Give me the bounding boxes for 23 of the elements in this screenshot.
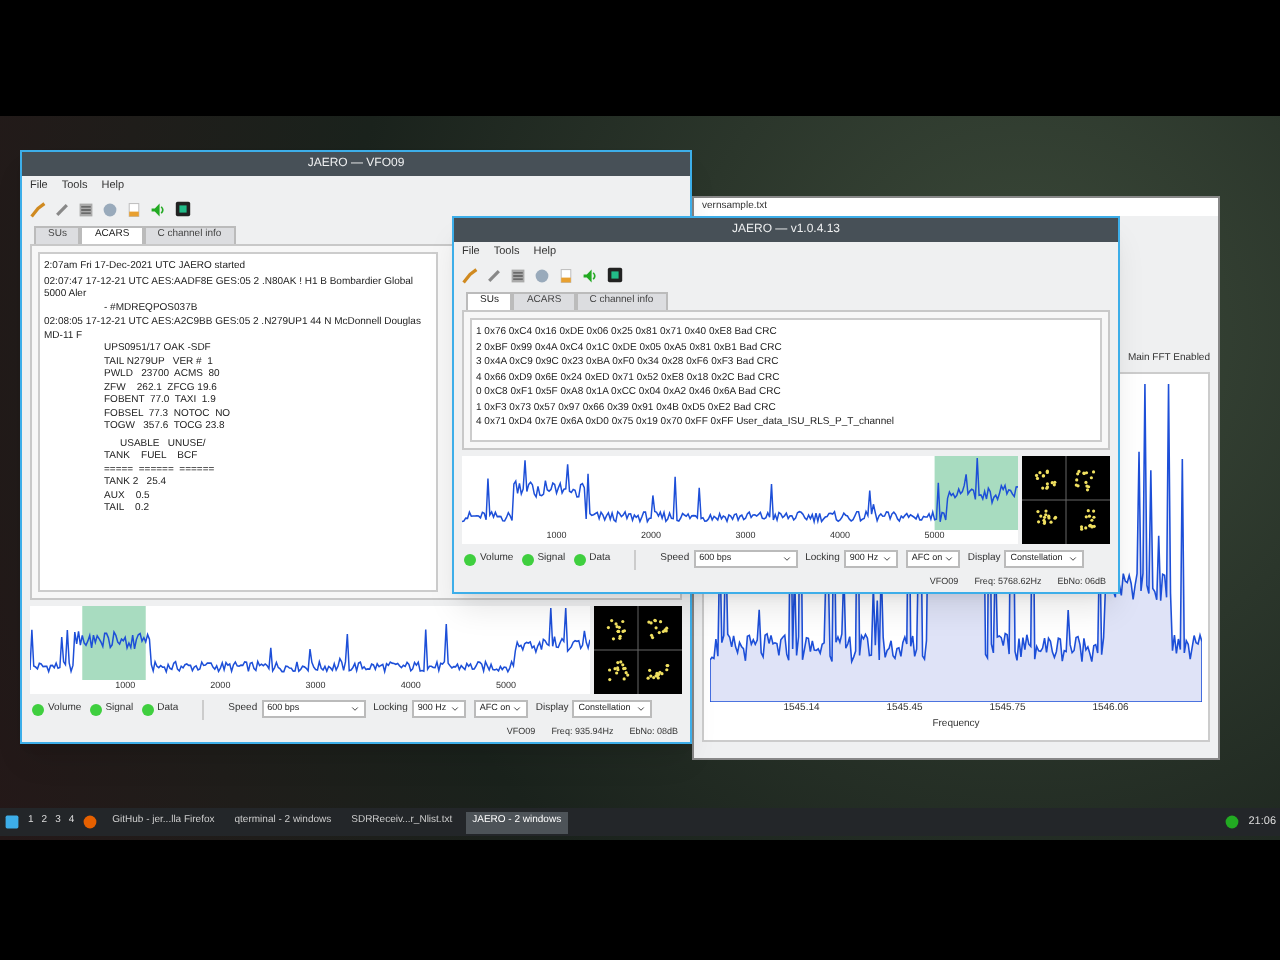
tray-icon[interactable] [1224, 814, 1241, 830]
speaker-icon[interactable] [150, 201, 166, 217]
caret-icon [349, 704, 360, 714]
speaker-icon[interactable] [582, 267, 598, 283]
caret-icon [449, 704, 460, 714]
constellation-plot [594, 606, 682, 694]
document-icon[interactable] [558, 267, 574, 283]
caret-icon [781, 554, 792, 564]
menu-icon[interactable] [4, 814, 20, 830]
caret-icon [511, 704, 522, 714]
constellation-plot [1022, 456, 1110, 544]
brush-icon[interactable] [462, 267, 478, 283]
caret-icon [1068, 554, 1079, 564]
list-icon[interactable] [510, 267, 526, 283]
square-icon[interactable] [606, 266, 624, 284]
square-icon[interactable] [174, 200, 192, 218]
brush-icon[interactable] [30, 201, 46, 217]
document-icon[interactable] [126, 201, 142, 217]
caret-icon [636, 704, 647, 714]
caret-icon [881, 554, 892, 564]
list-icon[interactable] [78, 201, 94, 217]
caret-icon [943, 554, 954, 564]
browser-icon[interactable] [82, 814, 99, 830]
